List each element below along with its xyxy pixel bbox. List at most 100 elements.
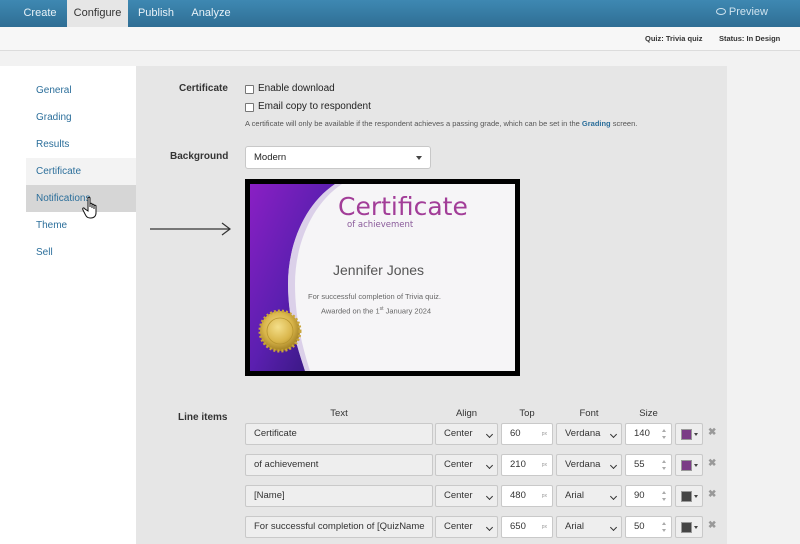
chevron-down-icon <box>485 492 494 501</box>
align-value: Center <box>444 521 473 532</box>
status-bar: Quiz: Trivia quiz Status: In Design <box>0 27 800 51</box>
line-item-color-picker[interactable] <box>675 454 703 476</box>
size-value: 90 <box>634 490 645 501</box>
line-item-align-select[interactable]: Center <box>435 423 498 445</box>
line-item-size-input[interactable]: 50 <box>625 516 672 538</box>
certificate-section-label: Certificate <box>179 83 228 94</box>
chevron-down-icon <box>609 461 618 470</box>
top-value: 210 <box>510 459 526 470</box>
line-item-color-picker[interactable] <box>675 423 703 445</box>
chevron-down-icon <box>416 155 422 160</box>
arrow-right-icon <box>150 222 231 236</box>
column-font: Font <box>579 408 599 419</box>
preview-completion-line: For successful completion of Trivia quiz… <box>308 292 441 301</box>
line-item-size-input[interactable]: 90 <box>625 485 672 507</box>
px-unit: px <box>541 524 547 530</box>
line-item-text-input[interactable]: [Name] <box>245 485 433 507</box>
top-value: 480 <box>510 490 526 501</box>
line-item-align-select[interactable]: Center <box>435 516 498 538</box>
line-item-text-input[interactable]: of achievement <box>245 454 433 476</box>
px-unit: px <box>541 431 547 437</box>
grading-link[interactable]: Grading <box>582 119 611 128</box>
chevron-down-icon <box>609 492 618 501</box>
hint-text: A certificate will only be available if … <box>245 119 580 128</box>
background-select[interactable]: Modern <box>245 146 431 169</box>
quiz-status: Status: In Design <box>719 34 781 43</box>
line-item-font-select[interactable]: Arial <box>556 485 622 507</box>
line-item-size-input[interactable]: 140 <box>625 423 672 445</box>
background-value: Modern <box>254 152 287 163</box>
award-date-suffix: January 2024 <box>383 306 432 316</box>
line-item-font-select[interactable]: Verdana <box>556 423 622 445</box>
line-item-align-select[interactable]: Center <box>435 485 498 507</box>
sidebar-item-notifications[interactable]: Notifications <box>26 185 136 212</box>
color-swatch <box>681 522 692 533</box>
top-value: 650 <box>510 521 526 532</box>
line-item-text-input[interactable]: For successful completion of [QuizName <box>245 516 433 538</box>
tab-publish[interactable]: Publish <box>130 0 182 27</box>
spinner-icon[interactable] <box>662 459 666 471</box>
color-swatch <box>681 491 692 502</box>
chevron-down-icon <box>694 433 698 436</box>
size-value: 55 <box>634 459 645 470</box>
chevron-down-icon <box>694 464 698 467</box>
sidebar-item-results[interactable]: Results <box>26 131 136 158</box>
column-size: Size <box>639 408 658 419</box>
hint-text-end: screen. <box>612 119 638 128</box>
line-item-top-input[interactable]: 60 px <box>501 423 553 445</box>
font-value: Arial <box>565 521 585 532</box>
line-item-font-select[interactable]: Verdana <box>556 454 622 476</box>
tab-create[interactable]: Create <box>14 0 66 27</box>
certificate-preview-canvas: Certificate of achievement Jennifer Jone… <box>250 184 515 371</box>
column-align: Align <box>455 408 478 419</box>
align-value: Center <box>444 459 473 470</box>
color-swatch <box>681 460 692 471</box>
tab-analyze[interactable]: Analyze <box>184 0 238 27</box>
chevron-down-icon <box>485 523 494 532</box>
align-value: Center <box>444 428 473 439</box>
certificate-hint: A certificate will only be available if … <box>245 119 637 128</box>
font-value: Arial <box>565 490 585 501</box>
line-item-size-input[interactable]: 55 <box>625 454 672 476</box>
font-value: Verdana <box>565 428 601 439</box>
line-item-top-input[interactable]: 650 px <box>501 516 553 538</box>
column-text: Text <box>330 408 348 419</box>
spinner-icon[interactable] <box>662 490 666 502</box>
top-navigation: Create Configure Publish Analyze Preview <box>0 0 800 27</box>
spinner-icon[interactable] <box>662 428 666 440</box>
remove-line-item-icon[interactable]: ✖ <box>708 458 716 469</box>
line-item-font-select[interactable]: Arial <box>556 516 622 538</box>
sidebar-item-general[interactable]: General <box>26 77 136 104</box>
award-date-prefix: Awarded on the 1 <box>321 306 380 316</box>
preview-label: Preview <box>728 6 768 18</box>
line-item-top-input[interactable]: 480 px <box>501 485 553 507</box>
sidebar-item-grading[interactable]: Grading <box>26 104 136 131</box>
email-copy-label: Email copy to respondent <box>258 101 371 112</box>
chevron-down-icon <box>485 461 494 470</box>
line-item-top-input[interactable]: 210 px <box>501 454 553 476</box>
px-unit: px <box>541 493 547 499</box>
email-copy-checkbox[interactable] <box>245 103 254 112</box>
quiz-name: Quiz: Trivia quiz <box>645 34 703 43</box>
line-item-color-picker[interactable] <box>675 516 703 538</box>
line-item-align-select[interactable]: Center <box>435 454 498 476</box>
sidebar-item-theme[interactable]: Theme <box>26 212 136 239</box>
certificate-preview: Certificate of achievement Jennifer Jone… <box>245 179 520 376</box>
spinner-icon[interactable] <box>662 521 666 533</box>
remove-line-item-icon[interactable]: ✖ <box>708 427 716 438</box>
px-unit: px <box>541 462 547 468</box>
chevron-down-icon <box>694 495 698 498</box>
sidebar-item-sell[interactable]: Sell <box>26 239 136 266</box>
eye-icon <box>715 7 726 15</box>
tab-configure[interactable]: Configure <box>67 0 128 27</box>
chevron-down-icon <box>609 523 618 532</box>
sidebar-item-certificate[interactable]: Certificate <box>26 158 136 185</box>
enable-download-checkbox[interactable] <box>245 85 254 94</box>
preview-button[interactable]: Preview <box>715 0 768 27</box>
line-item-text-input[interactable]: Certificate <box>245 423 433 445</box>
line-item-color-picker[interactable] <box>675 485 703 507</box>
color-swatch <box>681 429 692 440</box>
hand-cursor-icon <box>82 196 97 219</box>
remove-line-item-icon[interactable]: ✖ <box>708 520 716 531</box>
remove-line-item-icon[interactable]: ✖ <box>708 489 716 500</box>
